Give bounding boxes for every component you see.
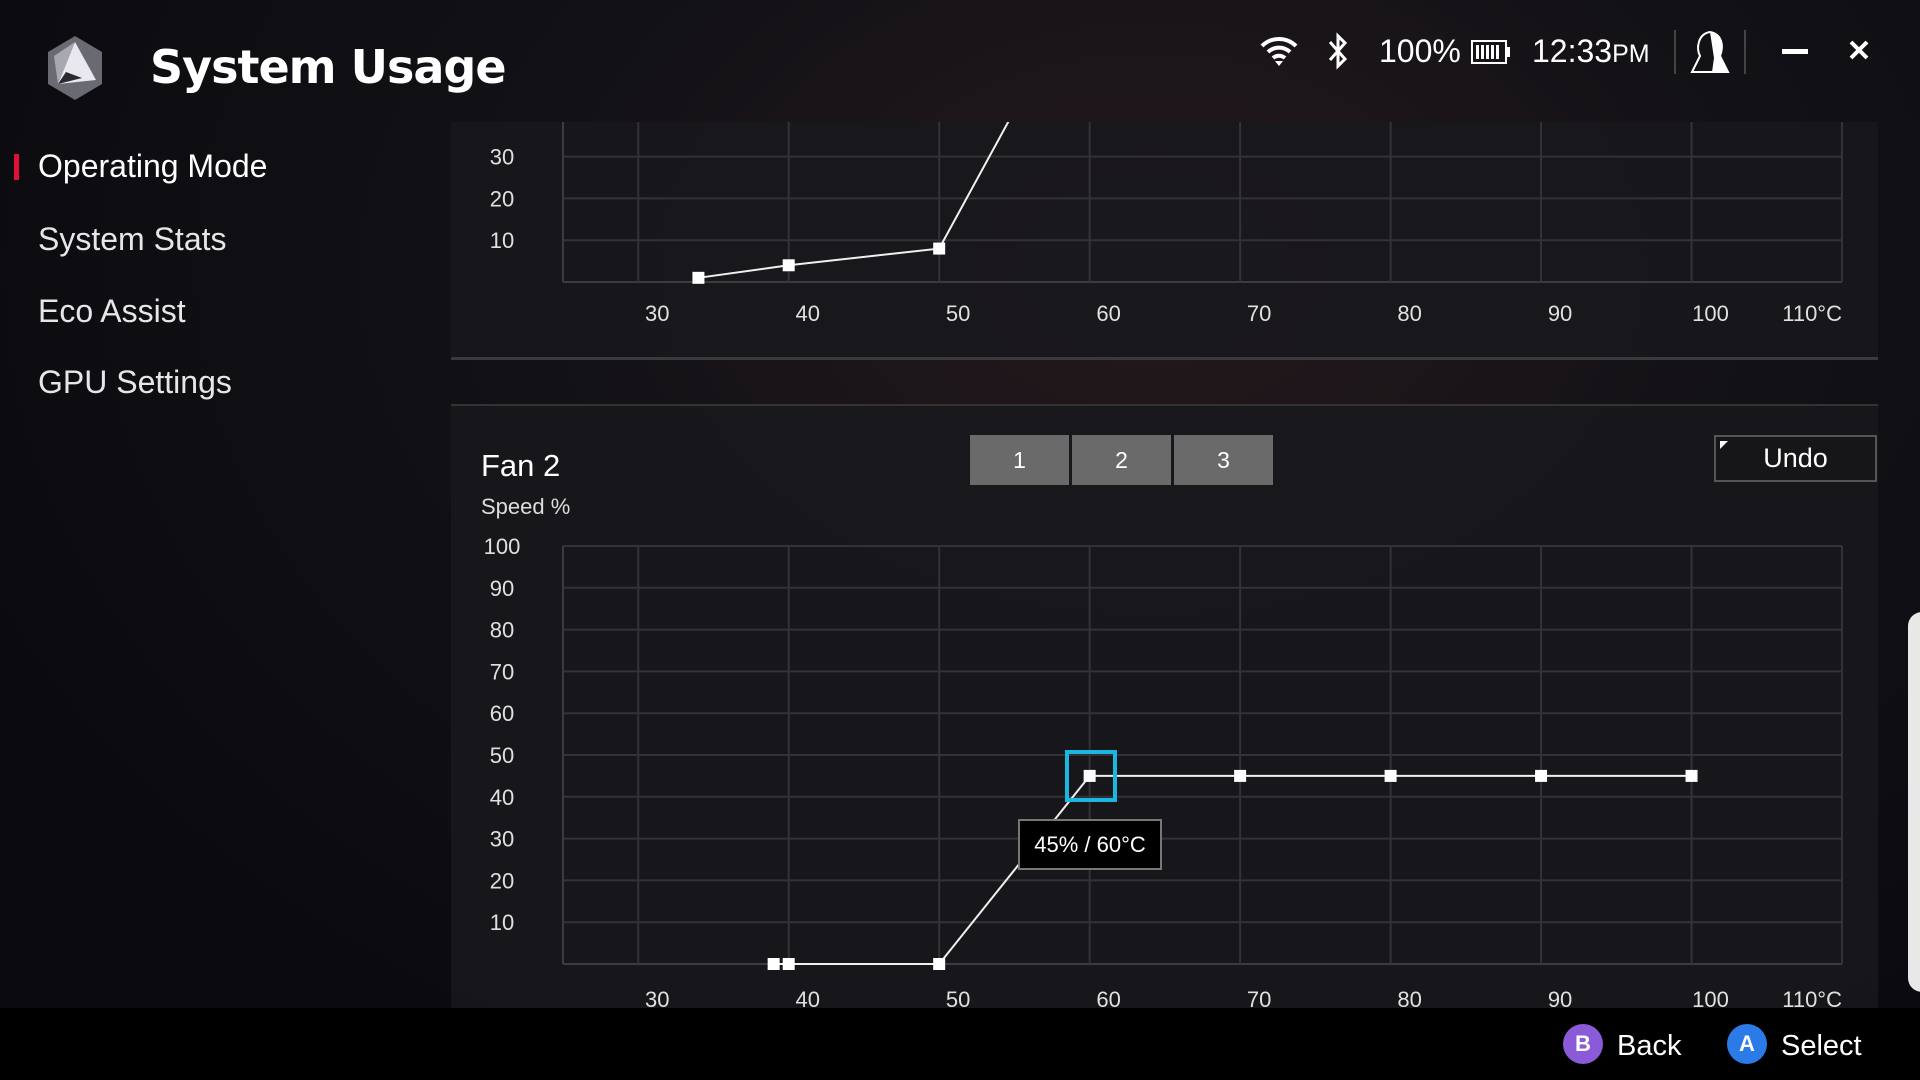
selected-point-highlight[interactable] [1065, 750, 1117, 802]
x-tick-label: 30 [645, 301, 669, 326]
curve-point[interactable] [782, 958, 795, 970]
fan2-preset-3[interactable]: 3 [1174, 435, 1273, 485]
x-tick-label: 30 [645, 987, 669, 1010]
x-tick-label: 50 [946, 301, 970, 326]
y-tick-label: 60 [490, 701, 514, 726]
y-tick-label: 100 [484, 534, 521, 559]
fan2-preset-2[interactable]: 2 [1072, 435, 1171, 485]
clock-time: 12:33 [1532, 33, 1613, 69]
undo-button[interactable]: Undo [1714, 435, 1877, 482]
x-tick-label: 40 [795, 987, 819, 1010]
fan2-preset-1[interactable]: 1 [970, 435, 1069, 485]
y-tick-label: 90 [490, 576, 514, 601]
x-tick-label: 40 [795, 301, 819, 326]
curve-point[interactable] [1685, 769, 1698, 782]
sidebar-item-system-stats[interactable]: System Stats [38, 221, 227, 258]
close-button[interactable] [1848, 39, 1870, 61]
y-tick-label: 80 [490, 618, 514, 643]
battery-icon [1471, 40, 1510, 64]
curve-point[interactable] [1234, 769, 1247, 782]
x-tick-label: 50 [946, 987, 970, 1010]
y-tick-label: 20 [490, 186, 514, 211]
curve-point[interactable] [933, 242, 946, 255]
sidebar-item-operating-mode[interactable]: Operating Mode [38, 148, 267, 185]
header: System Usage 100% 12:33PM [0, 0, 1920, 122]
x-tick-label: 80 [1397, 301, 1421, 326]
select-button[interactable]: Select [1781, 1030, 1862, 1063]
x-tick-label: 60 [1096, 987, 1120, 1010]
y-tick-label: 20 [490, 868, 514, 893]
fan1-panel: 30 40 50 60 70 80 90 100 110°C 10 20 30 [451, 122, 1878, 360]
app-logo-icon [48, 36, 102, 100]
curve-point[interactable] [692, 271, 705, 284]
fan2-panel: 30 40 50 60 70 80 90 100 110°C 10 20 30 40 50 60 70 80 90… [451, 404, 1878, 1010]
fan1-chart[interactable]: 30 40 50 60 70 80 90 100 110°C 10 20 30 [451, 122, 1878, 358]
battery-percent: 100% [1379, 33, 1461, 69]
fan2-title: Fan 2 [481, 448, 561, 483]
x-tick-label: 80 [1397, 987, 1421, 1010]
sidebar-item-gpu-settings[interactable]: GPU Settings [38, 364, 232, 401]
curve-line [698, 122, 1010, 279]
y-tick-label: 10 [490, 910, 514, 935]
x-tick-label: 100 [1692, 987, 1729, 1010]
active-indicator [14, 154, 19, 180]
x-tick-label: 110°C [1782, 301, 1842, 326]
bluetooth-icon [1328, 32, 1348, 70]
x-tick-label: 70 [1247, 987, 1271, 1010]
x-tick-label: 70 [1247, 301, 1271, 326]
curve-point[interactable] [767, 958, 780, 970]
point-tooltip: 45% / 60°C [1018, 819, 1162, 870]
wifi-icon [1260, 36, 1298, 66]
a-button-icon: A [1727, 1024, 1767, 1064]
curve-point[interactable] [933, 958, 946, 970]
curve-point[interactable] [782, 259, 795, 272]
page-title: System Usage [150, 40, 507, 94]
clock: 12:33PM [1532, 33, 1650, 70]
curve-point[interactable] [1384, 769, 1397, 782]
b-button-icon: B [1563, 1024, 1603, 1064]
divider [1744, 30, 1746, 74]
minimize-button[interactable] [1782, 49, 1808, 54]
x-tick-label: 90 [1548, 301, 1572, 326]
y-tick-label: 30 [490, 827, 514, 852]
x-tick-label: 100 [1692, 301, 1729, 326]
y-tick-label: 40 [490, 785, 514, 810]
fan2-ylabel: Speed % [481, 494, 571, 519]
y-tick-label: 10 [490, 228, 514, 253]
y-tick-label: 50 [490, 743, 514, 768]
fan2-chart[interactable]: 30 40 50 60 70 80 90 100 110°C 10 20 30 40 50 60 70 80 90… [451, 406, 1878, 1010]
y-tick-label: 70 [490, 659, 514, 684]
x-tick-label: 110°C [1782, 987, 1842, 1010]
curve-line [773, 774, 1692, 965]
clock-suffix: PM [1612, 40, 1650, 68]
back-button[interactable]: Back [1617, 1030, 1681, 1063]
scrollbar[interactable] [1908, 612, 1920, 992]
curve-point[interactable] [1535, 769, 1548, 782]
armoury-profile-icon[interactable] [1688, 30, 1732, 74]
y-tick-label: 30 [490, 145, 514, 170]
x-tick-label: 90 [1548, 987, 1572, 1010]
sidebar-item-eco-assist[interactable]: Eco Assist [38, 293, 186, 330]
x-tick-label: 60 [1096, 301, 1120, 326]
divider [1674, 30, 1676, 74]
